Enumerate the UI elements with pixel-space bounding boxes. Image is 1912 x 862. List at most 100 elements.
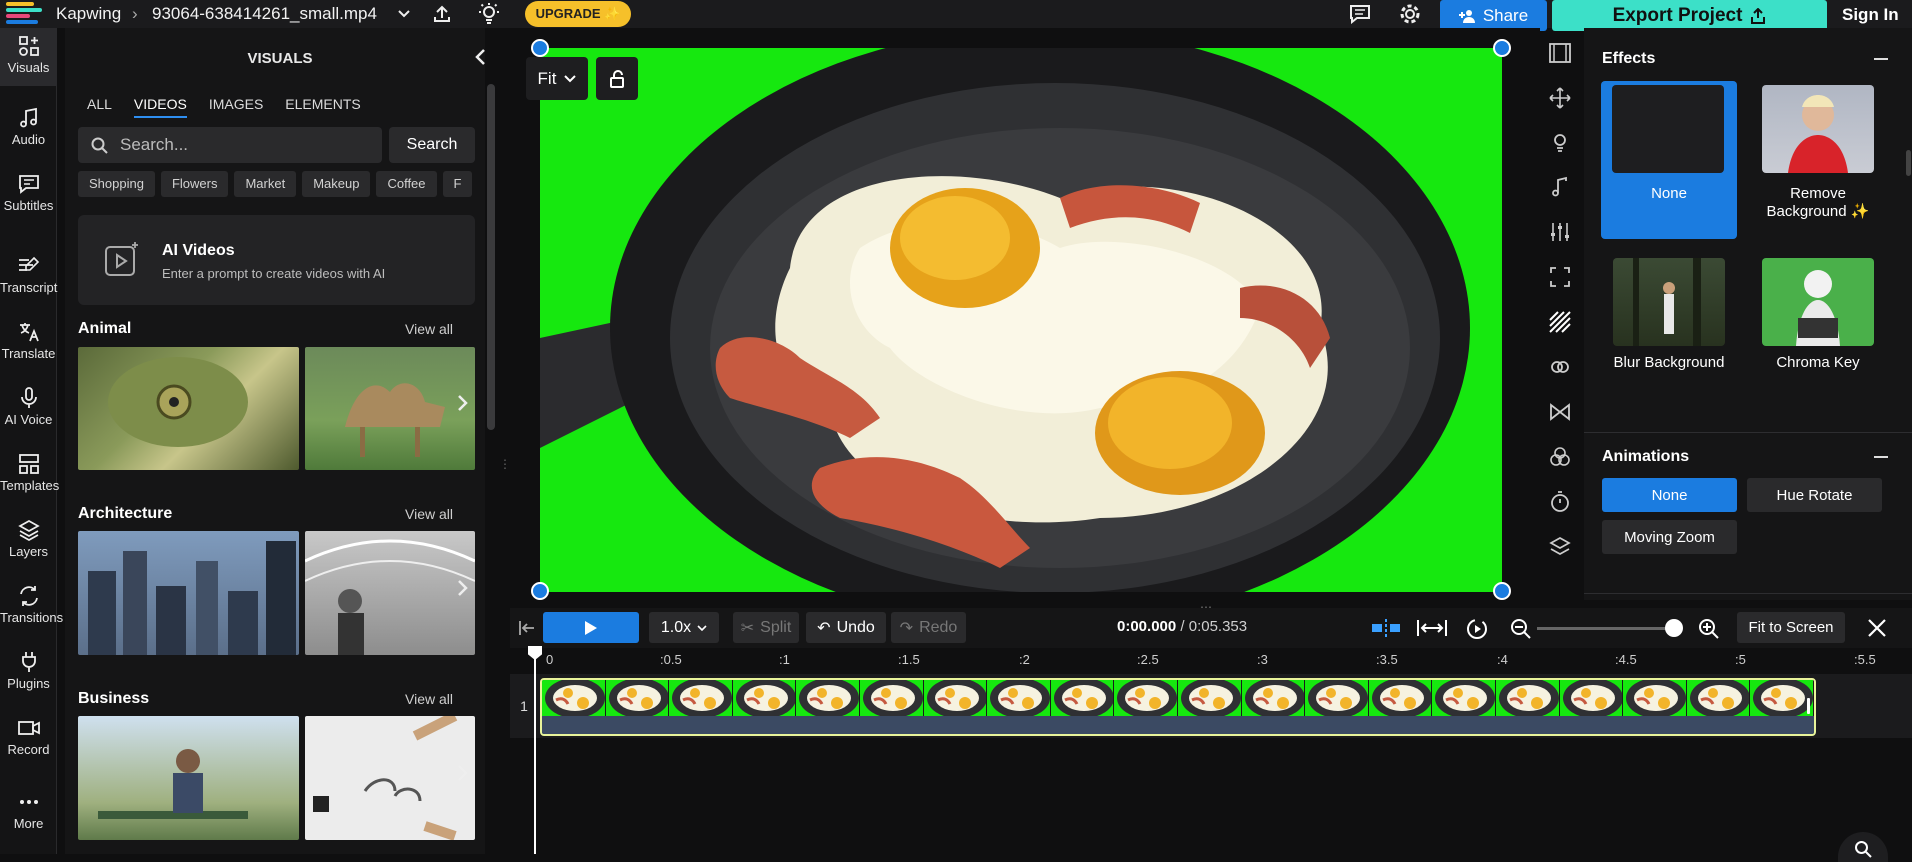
snap-magnet-icon[interactable] <box>1370 619 1402 637</box>
animal-camel-thumbnail[interactable] <box>305 347 475 470</box>
resize-handle-bottom-left[interactable] <box>531 582 549 600</box>
export-project-button[interactable]: Export Project <box>1552 0 1827 31</box>
upgrade-button[interactable]: UPGRADE ✨ <box>525 1 631 27</box>
business-desk-thumbnail[interactable] <box>305 716 475 840</box>
carousel-next-chevron-icon[interactable] <box>457 579 469 602</box>
breadcrumb-brand[interactable]: Kapwing <box>56 4 121 24</box>
animation-hue-rotate-button[interactable]: Hue Rotate <box>1747 478 1882 512</box>
chip-truncated[interactable]: F <box>442 171 473 197</box>
chip-coffee[interactable]: Coffee <box>376 171 437 197</box>
nav-translate[interactable]: Translate <box>0 320 57 361</box>
adjust-sliders-icon[interactable] <box>1548 220 1572 244</box>
chip-flowers[interactable]: Flowers <box>160 171 229 197</box>
nav-subtitles[interactable]: Subtitles <box>0 172 57 213</box>
fit-to-screen-button[interactable]: Fit to Screen <box>1737 612 1845 643</box>
color-circles-icon[interactable] <box>1548 445 1572 469</box>
timeline-ruler[interactable]: 0 :0.5 :1 :1.5 :2 :2.5 :3 :3.5 :4 :4.5 :… <box>510 648 1912 674</box>
architecture-city-thumbnail[interactable] <box>78 531 299 655</box>
playback-speed-dropdown[interactable]: 1.0x <box>649 612 719 643</box>
nav-more[interactable]: More <box>0 790 57 831</box>
clip-frame-thumbnail <box>605 680 670 716</box>
architecture-station-thumbnail[interactable] <box>305 531 475 655</box>
resize-handle-top-right[interactable] <box>1493 39 1511 57</box>
nav-audio[interactable]: Audio <box>0 106 57 147</box>
tab-videos[interactable]: VIDEOS <box>133 96 187 118</box>
nav-transcript[interactable]: Transcript <box>0 254 57 295</box>
file-name[interactable]: 93064-638414261_small.mp4 <box>152 4 377 24</box>
nav-record[interactable]: Record <box>0 716 57 757</box>
fit-timeline-icon[interactable] <box>1416 618 1448 638</box>
nav-plugins[interactable]: Plugins <box>0 650 57 691</box>
play-button[interactable] <box>543 612 639 643</box>
collapse-effects-icon[interactable] <box>1874 58 1888 60</box>
clip-trim-handle[interactable] <box>1807 698 1810 714</box>
effects-pattern-icon[interactable] <box>1548 310 1572 334</box>
tab-all[interactable]: ALL <box>87 96 112 118</box>
redo-button[interactable]: ↷ Redo <box>891 612 966 643</box>
animation-none-button[interactable]: None <box>1602 478 1737 512</box>
gear-icon[interactable] <box>1397 2 1423 26</box>
chip-shopping[interactable]: Shopping <box>78 171 155 197</box>
comment-icon[interactable] <box>1347 2 1373 26</box>
nav-ai-voice[interactable]: AI Voice <box>0 386 57 427</box>
link-rings-icon[interactable] <box>1548 355 1572 379</box>
split-button[interactable]: ✂ Split <box>733 612 799 643</box>
nav-layers[interactable]: Layers <box>0 518 57 559</box>
animal-chameleon-thumbnail[interactable] <box>78 347 299 470</box>
layers-icon[interactable] <box>1548 535 1572 559</box>
resize-handle-top-left[interactable] <box>531 39 549 57</box>
crop-corners-icon[interactable] <box>1548 265 1572 289</box>
lightbulb-icon[interactable] <box>477 2 501 26</box>
sign-in-link[interactable]: Sign In <box>1842 5 1899 25</box>
effect-remove-background[interactable]: Remove Background ✨ <box>1750 81 1886 241</box>
undo-button[interactable]: ↶ Undo <box>806 612 886 643</box>
view-all-architecture-link[interactable]: View all <box>405 506 453 522</box>
chip-makeup[interactable]: Makeup <box>302 171 371 197</box>
chip-market[interactable]: Market <box>234 171 297 197</box>
upload-icon[interactable] <box>430 2 454 26</box>
resize-handle-bottom-right[interactable] <box>1493 582 1511 600</box>
kapwing-logo-icon[interactable] <box>6 2 42 24</box>
properties-scrollbar[interactable] <box>1906 150 1911 176</box>
chevron-down-icon[interactable] <box>394 4 414 24</box>
fit-dropdown[interactable]: Fit <box>526 57 588 100</box>
video-clip[interactable] <box>540 678 1816 736</box>
collapse-panel-chevron-icon[interactable] <box>473 48 487 71</box>
zoom-slider-track[interactable] <box>1537 627 1679 630</box>
zoom-out-icon[interactable] <box>1510 618 1532 640</box>
playhead-sync-icon[interactable] <box>1465 617 1489 641</box>
view-all-business-link[interactable]: View all <box>405 691 453 707</box>
animation-moving-zoom-button[interactable]: Moving Zoom <box>1602 520 1737 554</box>
skip-to-start-icon[interactable] <box>518 620 536 636</box>
carousel-next-chevron-icon[interactable] <box>457 394 469 417</box>
panel-scrollbar[interactable] <box>487 84 495 430</box>
collapse-animations-icon[interactable] <box>1874 456 1888 458</box>
effect-none[interactable]: None <box>1601 81 1737 239</box>
playhead-line[interactable] <box>534 648 536 854</box>
business-park-thumbnail[interactable] <box>78 716 299 840</box>
zoom-slider-thumb[interactable] <box>1665 619 1683 637</box>
music-note-icon[interactable] <box>1548 175 1572 199</box>
tab-elements[interactable]: ELEMENTS <box>285 96 360 118</box>
search-button[interactable]: Search <box>389 127 475 163</box>
timer-icon[interactable] <box>1548 490 1572 514</box>
aspect-lock-button[interactable] <box>596 57 638 100</box>
film-frame-icon[interactable] <box>1548 41 1572 65</box>
nav-templates[interactable]: Templates <box>0 452 59 493</box>
nav-visuals[interactable]: Visuals <box>0 28 57 86</box>
share-button[interactable]: Share <box>1440 0 1547 31</box>
nav-transitions[interactable]: Transitions <box>0 584 63 625</box>
video-preview[interactable] <box>540 48 1502 592</box>
lightbulb-icon[interactable] <box>1548 130 1572 154</box>
search-input[interactable]: Search... <box>78 127 382 163</box>
carousel-next-chevron-icon[interactable] <box>457 764 469 787</box>
effect-chroma-key[interactable]: Chroma Key <box>1750 258 1886 418</box>
view-all-animal-link[interactable]: View all <box>405 321 453 337</box>
move-icon[interactable] <box>1548 86 1572 110</box>
bowtie-transition-icon[interactable] <box>1548 400 1572 424</box>
zoom-in-icon[interactable] <box>1698 618 1720 640</box>
ai-videos-card[interactable]: AI Videos Enter a prompt to create video… <box>78 215 475 305</box>
tab-images[interactable]: IMAGES <box>209 96 263 118</box>
effect-blur-background[interactable]: Blur Background <box>1601 258 1737 418</box>
close-icon[interactable] <box>1866 617 1888 639</box>
